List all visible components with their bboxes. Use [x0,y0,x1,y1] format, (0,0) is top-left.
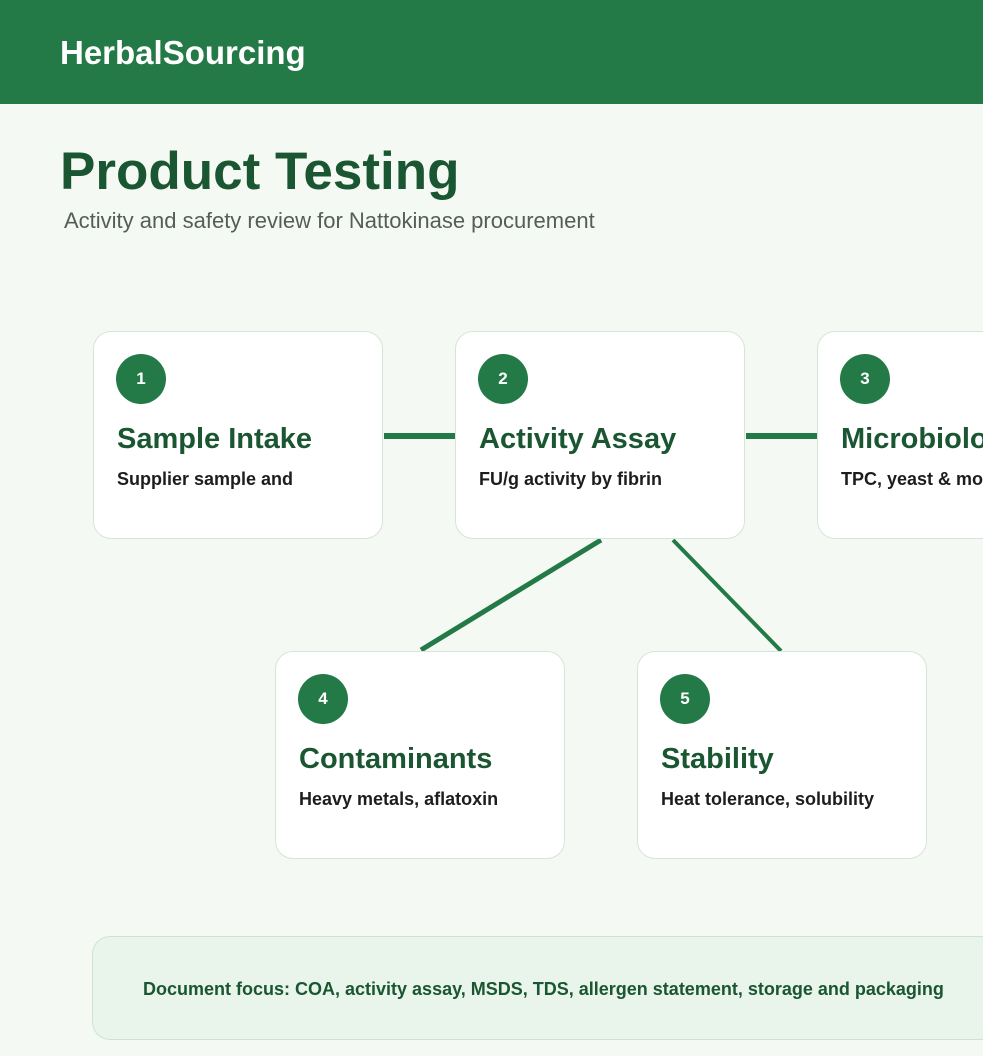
document-focus-note: Document focus: COA, activity assay, MSD… [92,936,983,1040]
step-title: Activity Assay [479,423,677,455]
step-number-badge: 1 [116,354,166,404]
step-number-badge: 4 [298,674,348,724]
step-title: Contaminants [299,743,493,775]
step-card-activity-assay[interactable]: 2 Activity Assay FU/g activity by fibrin [455,331,745,539]
step-description: Supplier sample and [117,469,294,489]
step-card-microbiology[interactable]: 3 Microbiology TPC, yeast & mold [817,331,983,539]
step-title: Sample Intake [117,423,313,455]
step-number-badge: 2 [478,354,528,404]
step-description: Heavy metals, aflatoxin [299,789,499,809]
step-title: Stability [661,743,774,775]
step-card-contaminants[interactable]: 4 Contaminants Heavy metals, aflatoxin [275,651,565,859]
step-card-stability[interactable]: 5 Stability Heat tolerance, solubility [637,651,927,859]
step-description: Heat tolerance, solubility [661,789,875,809]
document-focus-text: Document focus: COA, activity assay, MSD… [143,979,944,999]
step-description: FU/g activity by fibrin [479,469,663,489]
connector-step2-step5 [671,538,783,653]
step-number-badge: 5 [660,674,710,724]
connector-step2-step4 [419,537,603,653]
step-title: Microbiology [841,423,983,455]
step-description: TPC, yeast & mold [841,469,983,489]
step-card-sample-intake[interactable]: 1 Sample Intake Supplier sample and [93,331,383,539]
step-number-badge: 3 [840,354,890,404]
